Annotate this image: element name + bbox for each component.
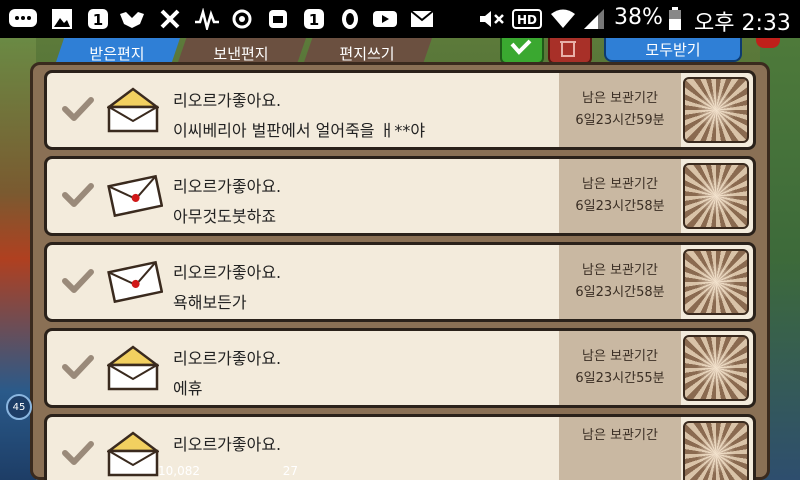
svg-text:1: 1 bbox=[93, 11, 103, 29]
delete-button[interactable] bbox=[548, 38, 592, 64]
gift-slot[interactable] bbox=[683, 77, 749, 143]
expire-time: 6일23시간59분 bbox=[575, 113, 665, 128]
gold-amount: 10,082 bbox=[158, 464, 200, 478]
gallery-icon bbox=[50, 7, 74, 31]
play-icon bbox=[372, 7, 398, 31]
tab-received-label: 받은편지 bbox=[89, 44, 145, 63]
tab-write-label: 편지쓰기 bbox=[339, 44, 395, 63]
check-icon bbox=[510, 39, 532, 55]
mail-message: 이씨베리아 벌판에서 얼어죽을 ㅐ**야 bbox=[173, 121, 426, 140]
mail-row[interactable]: 리오르가좋아요. 욕해보든가 남은 보관기간 6일23시간58분 bbox=[44, 242, 756, 322]
clock: 오후 2:33 bbox=[694, 11, 791, 36]
expire-info: 남은 보관기간 6일23시간58분 bbox=[559, 245, 681, 319]
envelope-sealed-icon bbox=[107, 173, 164, 221]
trash-icon bbox=[560, 41, 576, 57]
mail-sender: 리오르가좋아요. bbox=[173, 91, 282, 110]
battery-icon bbox=[668, 7, 682, 31]
mail-message: 에휴 bbox=[173, 379, 203, 398]
envelope-open-icon bbox=[105, 345, 161, 395]
mail-row[interactable]: 리오르가좋아요. 이씨베리아 벌판에서 얼어죽을 ㅐ**야 남은 보관기간 6일… bbox=[44, 70, 756, 150]
envelope-sealed-icon bbox=[107, 259, 164, 307]
equalizer-icon bbox=[194, 7, 220, 31]
expire-info: 남은 보관기간 6일23시간58분 bbox=[559, 159, 681, 233]
expire-label: 남은 보관기간 bbox=[582, 428, 658, 443]
gift-slot[interactable] bbox=[683, 335, 749, 401]
expire-info: 남은 보관기간 6일23시간55분 bbox=[559, 331, 681, 405]
gift-slot[interactable] bbox=[683, 249, 749, 315]
one-icon: 1 bbox=[86, 7, 110, 31]
status-bar: 1 1 HD 38% 오후 2:33 bbox=[0, 0, 800, 38]
mail-icon bbox=[410, 7, 434, 31]
shield-icon bbox=[338, 7, 362, 31]
expire-label: 남은 보관기간 bbox=[582, 91, 658, 106]
svg-text:1: 1 bbox=[309, 11, 319, 29]
mail-sender: 리오르가좋아요. bbox=[173, 435, 282, 454]
accept-button[interactable] bbox=[500, 38, 544, 64]
gem-amount: 27 bbox=[282, 464, 298, 478]
check-icon[interactable] bbox=[61, 95, 95, 127]
expire-time: 6일23시간55분 bbox=[575, 371, 665, 386]
check-icon[interactable] bbox=[61, 439, 95, 471]
level-badge: 45 bbox=[6, 394, 32, 420]
svg-text:HD: HD bbox=[517, 13, 537, 27]
tab-sent-label: 보낸편지 bbox=[213, 44, 269, 63]
expire-time: 6일23시간58분 bbox=[575, 199, 665, 214]
signal-icon bbox=[582, 7, 606, 31]
expire-label: 남은 보관기간 bbox=[582, 263, 658, 278]
check-icon[interactable] bbox=[61, 353, 95, 385]
expire-label: 남은 보관기간 bbox=[582, 177, 658, 192]
check-icon[interactable] bbox=[61, 181, 95, 213]
mute-icon bbox=[478, 7, 506, 31]
chat-icon bbox=[6, 7, 40, 31]
media-icon bbox=[266, 7, 290, 31]
expire-label: 남은 보관기간 bbox=[582, 349, 658, 364]
mail-message: 욕해보든가 bbox=[173, 293, 247, 312]
collect-all-label: 모두받기 bbox=[645, 40, 701, 59]
close-button[interactable] bbox=[756, 38, 780, 48]
envelope-open-icon bbox=[105, 87, 161, 137]
collect-all-button[interactable]: 모두받기 bbox=[604, 38, 742, 62]
sync-icon bbox=[230, 7, 254, 31]
mail-row[interactable]: 리오르가좋아요. 아무것도붓하죠 남은 보관기간 6일23시간58분 bbox=[44, 156, 756, 236]
mail-sender: 리오르가좋아요. bbox=[173, 263, 282, 282]
check-icon[interactable] bbox=[61, 267, 95, 299]
expire-info: 남은 보관기간 6일23시간59분 bbox=[559, 73, 681, 147]
expire-time: 6일23시간58분 bbox=[575, 285, 665, 300]
bat-icon bbox=[118, 7, 146, 31]
battery-percent: 38% bbox=[614, 5, 663, 30]
expire-info: 남은 보관기간 bbox=[559, 417, 681, 480]
gift-slot[interactable] bbox=[683, 421, 749, 480]
mail-row[interactable]: 리오르가좋아요. 에휴 남은 보관기간 6일23시간55분 bbox=[44, 328, 756, 408]
mail-sender: 리오르가좋아요. bbox=[173, 177, 282, 196]
gift-slot[interactable] bbox=[683, 163, 749, 229]
hd-icon: HD bbox=[512, 7, 542, 31]
mail-message: 아무것도붓하죠 bbox=[173, 207, 277, 226]
wifi-icon bbox=[550, 7, 576, 31]
mail-sender: 리오르가좋아요. bbox=[173, 349, 282, 368]
one-icon: 1 bbox=[302, 7, 326, 31]
x-icon bbox=[158, 7, 182, 31]
